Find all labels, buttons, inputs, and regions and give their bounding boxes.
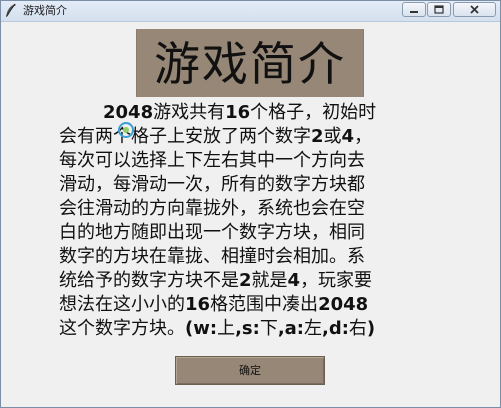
description-fragment: 16 <box>185 294 211 315</box>
description-fragment: 想法在这小小的 <box>59 294 185 315</box>
description-fragment: 游戏共有 <box>153 102 226 123</box>
description-fragment: ，玩家要 <box>300 270 373 291</box>
title-bar[interactable]: 游戏简介 <box>1 1 500 22</box>
description-line: 统给予的数字方块不是2就是4，玩家要 <box>59 269 449 293</box>
minimize-button[interactable] <box>402 2 426 17</box>
description-fragment: 就是 <box>251 270 288 291</box>
maximize-icon <box>434 5 444 14</box>
description-fragment: 2 <box>239 270 252 291</box>
window-title: 游戏简介 <box>23 4 67 17</box>
maximize-button[interactable] <box>427 2 451 17</box>
description-fragment: ) <box>366 318 376 339</box>
app-window: 游戏简介 游戏简介 2048游戏共有16个格子，初始时 会有两个格子上安放了两个数… <box>0 0 501 408</box>
description-fragment: 每次可以选择上下左右其中一个方向去 <box>59 150 365 171</box>
description-fragment: 16 <box>225 102 251 123</box>
heading-label: 游戏简介 <box>136 29 364 97</box>
description-fragment: 2 <box>311 126 324 147</box>
description-fragment: 右 <box>348 318 367 339</box>
description-fragment: (w: <box>185 318 218 339</box>
description-fragment: 这个数字方块。 <box>59 318 185 339</box>
description-fragment: 滑动，每滑动一次，所有的数字方块都 <box>59 174 365 195</box>
description-fragment: 白的地方随即出现一个数字方块，相同 <box>59 222 365 243</box>
description-fragment: 个格子，初始时 <box>250 102 377 123</box>
description-fragment: ， <box>354 126 373 147</box>
description-fragment: ,a: <box>277 318 304 339</box>
description-fragment: 4 <box>341 126 355 147</box>
description-line: 每次可以选择上下左右其中一个方向去 <box>59 149 449 173</box>
description-fragment: 上 <box>217 318 236 339</box>
description-line: 滑动，每滑动一次，所有的数字方块都 <box>59 173 449 197</box>
description-fragment: 左 <box>304 318 322 339</box>
ok-button[interactable]: 确定 <box>175 356 325 385</box>
description-fragment: 格范围中凑出 <box>210 294 319 315</box>
description-fragment: 下 <box>259 318 278 339</box>
description-fragment: ,s: <box>235 318 260 339</box>
close-icon <box>470 5 479 14</box>
description-fragment: 统给予的数字方块不是 <box>59 270 239 291</box>
description-line: 白的地方随即出现一个数字方块，相同 <box>59 221 449 245</box>
description-line: 这个数字方块。(w:上,s:下,a:左,d:右) <box>59 317 449 341</box>
description-fragment: 4 <box>287 270 301 291</box>
description-line: 想法在这小小的16格范围中凑出2048 <box>59 293 449 317</box>
feather-icon <box>4 3 18 18</box>
close-button[interactable] <box>453 2 496 17</box>
description-fragment: 2048 <box>318 294 369 315</box>
description-fragment: 会有两个格子上安放了两个数字 <box>59 126 311 147</box>
description-fragment: 或 <box>323 126 342 147</box>
description-line: 会往滑动的方向靠拢外，系统也会在空 <box>59 197 449 221</box>
description-line: 数字的方块在靠拢、相撞时会相加。系 <box>59 245 449 269</box>
minimize-icon <box>410 11 418 13</box>
description-fragment: 会往滑动的方向靠拢外，系统也会在空 <box>59 198 365 219</box>
page-title: 游戏简介 <box>154 37 346 91</box>
cursor-icon <box>115 119 137 141</box>
description-fragment: ,d: <box>322 318 349 339</box>
description-fragment: 数字的方块在靠拢、相撞时会相加。系 <box>59 246 365 267</box>
